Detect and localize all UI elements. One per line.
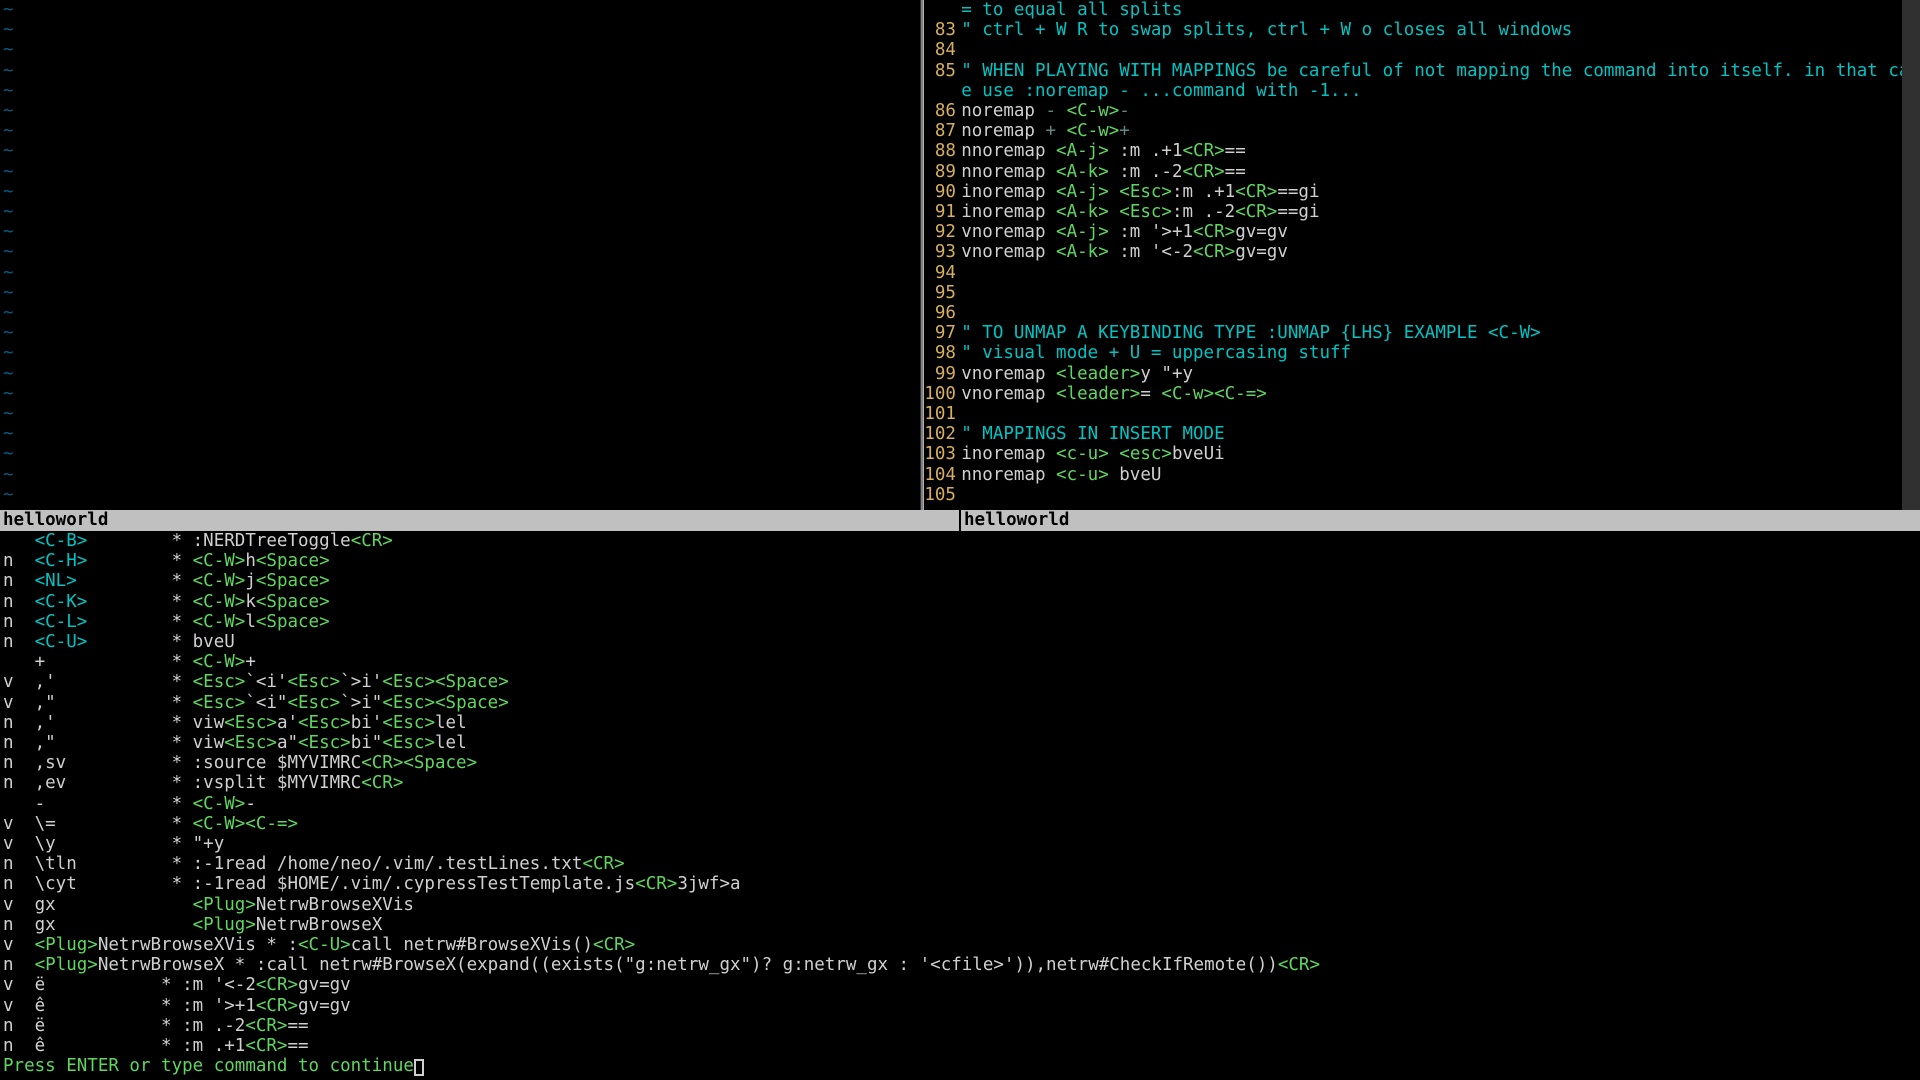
editor-split-top: ~~~~~~~~~~~~~~~~~~~~~~~~~ 83 84 85 86 87… (0, 0, 1920, 510)
code-line[interactable]: noremap - <C-w>- (961, 101, 1920, 121)
code-line[interactable]: nnoremap <c-u> bveU (961, 465, 1920, 485)
empty-line-tilde: ~ (3, 404, 920, 424)
empty-line-tilde: ~ (3, 263, 920, 283)
code-line[interactable]: " TO UNMAP A KEYBINDING TYPE :UNMAP {LHS… (961, 323, 1920, 343)
empty-line-tilde: ~ (3, 162, 920, 182)
mapping-row: n ê * :m .+1<CR>== (3, 1036, 1920, 1056)
mapping-row: n ë * :m .-2<CR>== (3, 1016, 1920, 1036)
empty-line-tilde: ~ (3, 0, 920, 20)
empty-line-tilde: ~ (3, 343, 920, 363)
mapping-list[interactable]: <C-B>* :NERDTreeToggle<CR>n <C-H>* <C-W>… (0, 531, 1920, 1056)
empty-line-tilde: ~ (3, 424, 920, 444)
code-line[interactable]: e use :noremap - ...command with -1... (961, 81, 1920, 101)
mapping-row: n ,ev* :vsplit $MYVIMRC<CR> (3, 773, 1920, 793)
empty-line-tilde: ~ (3, 182, 920, 202)
cursor (414, 1059, 425, 1077)
scrollbar[interactable] (1902, 0, 1920, 510)
empty-line-tilde: ~ (3, 141, 920, 161)
mapping-row: <C-B>* :NERDTreeToggle<CR> (3, 531, 1920, 551)
code-line[interactable]: vnoremap <leader>= <C-w><C-=> (961, 384, 1920, 404)
status-line-right: helloworld (961, 510, 1920, 531)
code-line[interactable] (961, 263, 1920, 283)
mapping-row: -* <C-W>- (3, 794, 1920, 814)
empty-line-tilde: ~ (3, 384, 920, 404)
mapping-row: v ,"* <Esc>`<i"<Esc>`>i"<Esc><Space> (3, 693, 1920, 713)
empty-line-tilde: ~ (3, 283, 920, 303)
empty-line-tilde: ~ (3, 242, 920, 262)
code-area[interactable]: = to equal all splits" ctrl + W R to swa… (961, 0, 1920, 510)
empty-line-tilde: ~ (3, 121, 920, 141)
mapping-row: n ,'* viw<Esc>a'<Esc>bi'<Esc>lel (3, 713, 1920, 733)
left-pane[interactable]: ~~~~~~~~~~~~~~~~~~~~~~~~~ (0, 0, 920, 510)
status-line-left: helloworld (0, 510, 959, 531)
right-pane[interactable]: 83 84 85 86 87 88 89 90 91 92 93 94 95 9… (924, 0, 1920, 510)
empty-line-tilde: ~ (3, 364, 920, 384)
mapping-row: v gx <Plug>NetrwBrowseXVis (3, 895, 1920, 915)
code-line[interactable]: vnoremap <leader>y "+y (961, 364, 1920, 384)
mapping-row: n \tln* :-1read /home/neo/.vim/.testLine… (3, 854, 1920, 874)
mapping-row: n ,sv* :source $MYVIMRC<CR><Space> (3, 753, 1920, 773)
empty-line-tilde: ~ (3, 81, 920, 101)
mapping-row: +* <C-W>+ (3, 652, 1920, 672)
code-line[interactable] (961, 40, 1920, 60)
mapping-row: v ,'* <Esc>`<i'<Esc>`>i'<Esc><Space> (3, 672, 1920, 692)
code-line[interactable]: nnoremap <A-j> :m .+1<CR>== (961, 141, 1920, 161)
empty-line-tilde: ~ (3, 303, 920, 323)
code-line[interactable] (961, 485, 1920, 505)
status-line-row: helloworld helloworld (0, 510, 1920, 531)
code-line[interactable]: vnoremap <A-j> :m '>+1<CR>gv=gv (961, 222, 1920, 242)
mapping-row: n \cyt* :-1read $HOME/.vim/.cypressTestT… (3, 874, 1920, 894)
prompt-line[interactable]: Press ENTER or type command to continue (0, 1056, 1920, 1076)
mapping-row: v ê * :m '>+1<CR>gv=gv (3, 996, 1920, 1016)
code-line[interactable]: " WHEN PLAYING WITH MAPPINGS be careful … (961, 61, 1920, 81)
mapping-row: n ,"* viw<Esc>a"<Esc>bi"<Esc>lel (3, 733, 1920, 753)
empty-line-tilde: ~ (3, 444, 920, 464)
mapping-row: v <Plug>NetrwBrowseXVis * :<C-U>call net… (3, 935, 1920, 955)
empty-line-tilde: ~ (3, 465, 920, 485)
code-line[interactable]: = to equal all splits (961, 0, 1920, 20)
mapping-row: n <C-K>* <C-W>k<Space> (3, 592, 1920, 612)
prompt-text: Press ENTER or type command to continue (3, 1056, 414, 1076)
empty-line-tilde: ~ (3, 20, 920, 40)
mapping-row: v \=* <C-W><C-=> (3, 814, 1920, 834)
code-line[interactable]: " visual mode + U = uppercasing stuff (961, 343, 1920, 363)
code-line[interactable]: inoremap <A-j> <Esc>:m .+1<CR>==gi (961, 182, 1920, 202)
empty-line-tilde: ~ (3, 101, 920, 121)
mapping-row: n <C-U>* bveU (3, 632, 1920, 652)
empty-line-tilde: ~ (3, 323, 920, 343)
empty-line-tilde: ~ (3, 222, 920, 242)
line-number-gutter: 83 84 85 86 87 88 89 90 91 92 93 94 95 9… (924, 0, 961, 510)
mapping-row: n <Plug>NetrwBrowseX * :call netrw#Brows… (3, 955, 1920, 975)
mapping-row: n <C-H>* <C-W>h<Space> (3, 551, 1920, 571)
code-line[interactable]: " MAPPINGS IN INSERT MODE (961, 424, 1920, 444)
code-line[interactable]: nnoremap <A-k> :m .-2<CR>== (961, 162, 1920, 182)
empty-line-tilde: ~ (3, 61, 920, 81)
mapping-row: n <NL>* <C-W>j<Space> (3, 571, 1920, 591)
code-line[interactable]: vnoremap <A-k> :m '<-2<CR>gv=gv (961, 242, 1920, 262)
mapping-row: v ë * :m '<-2<CR>gv=gv (3, 975, 1920, 995)
code-line[interactable]: inoremap <c-u> <esc>bveUi (961, 444, 1920, 464)
code-line[interactable]: inoremap <A-k> <Esc>:m .-2<CR>==gi (961, 202, 1920, 222)
mapping-row: n gx <Plug>NetrwBrowseX (3, 915, 1920, 935)
code-line[interactable] (961, 303, 1920, 323)
code-line[interactable]: noremap + <C-w>+ (961, 121, 1920, 141)
code-line[interactable]: " ctrl + W R to swap splits, ctrl + W o … (961, 20, 1920, 40)
empty-line-tilde: ~ (3, 202, 920, 222)
code-line[interactable] (961, 283, 1920, 303)
empty-line-tilde: ~ (3, 40, 920, 60)
mapping-row: v \y* "+y (3, 834, 1920, 854)
mapping-row: n <C-L>* <C-W>l<Space> (3, 612, 1920, 632)
empty-line-tilde: ~ (3, 485, 920, 505)
code-line[interactable] (961, 404, 1920, 424)
